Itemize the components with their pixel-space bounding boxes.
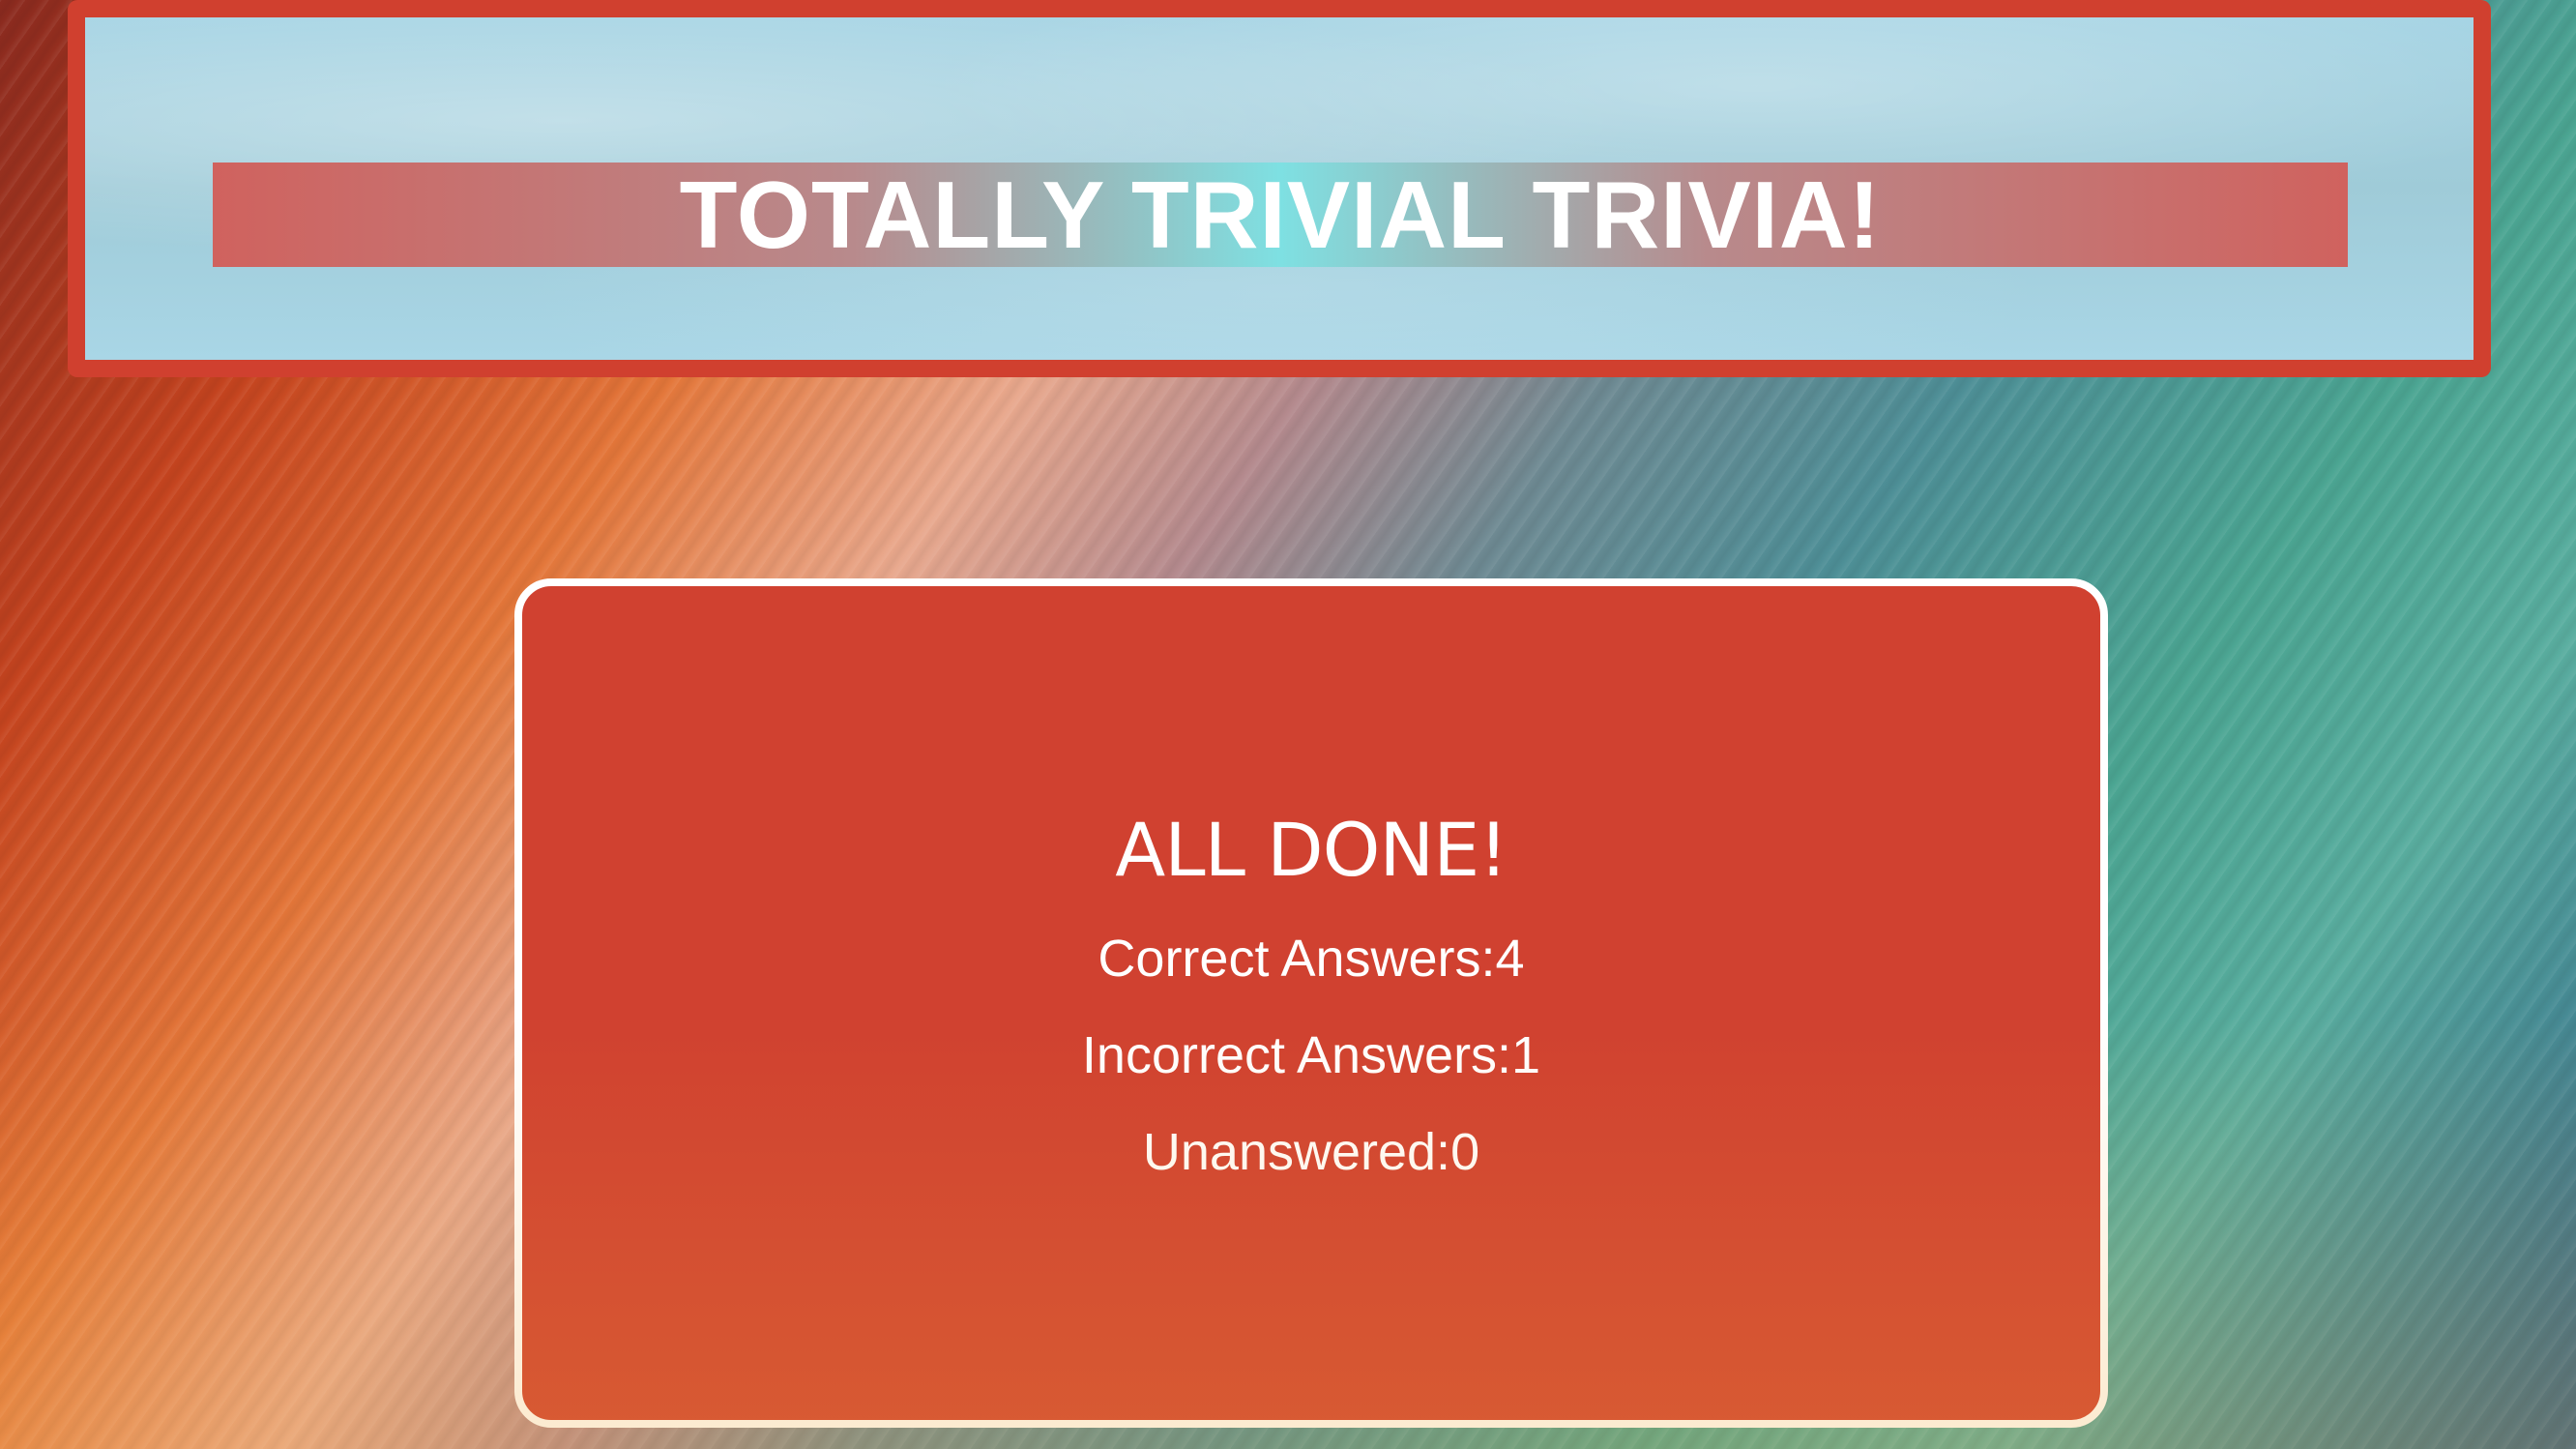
- results-heading: ALL DONE!: [1115, 806, 1508, 893]
- title-banner: TOTALLY TRIVIAL TRIVIA!: [213, 163, 2348, 267]
- results-card: ALL DONE! Correct Answers:4 Incorrect An…: [514, 578, 2108, 1428]
- unanswered-stat: Unanswered:0: [1142, 1122, 1480, 1181]
- page-title: TOTALLY TRIVIAL TRIVIA!: [679, 162, 1882, 268]
- incorrect-answers-stat: Incorrect Answers:1: [1081, 1025, 1541, 1084]
- header-panel: TOTALLY TRIVIAL TRIVIA!: [68, 0, 2491, 377]
- correct-answers-stat: Correct Answers:4: [1098, 929, 1525, 988]
